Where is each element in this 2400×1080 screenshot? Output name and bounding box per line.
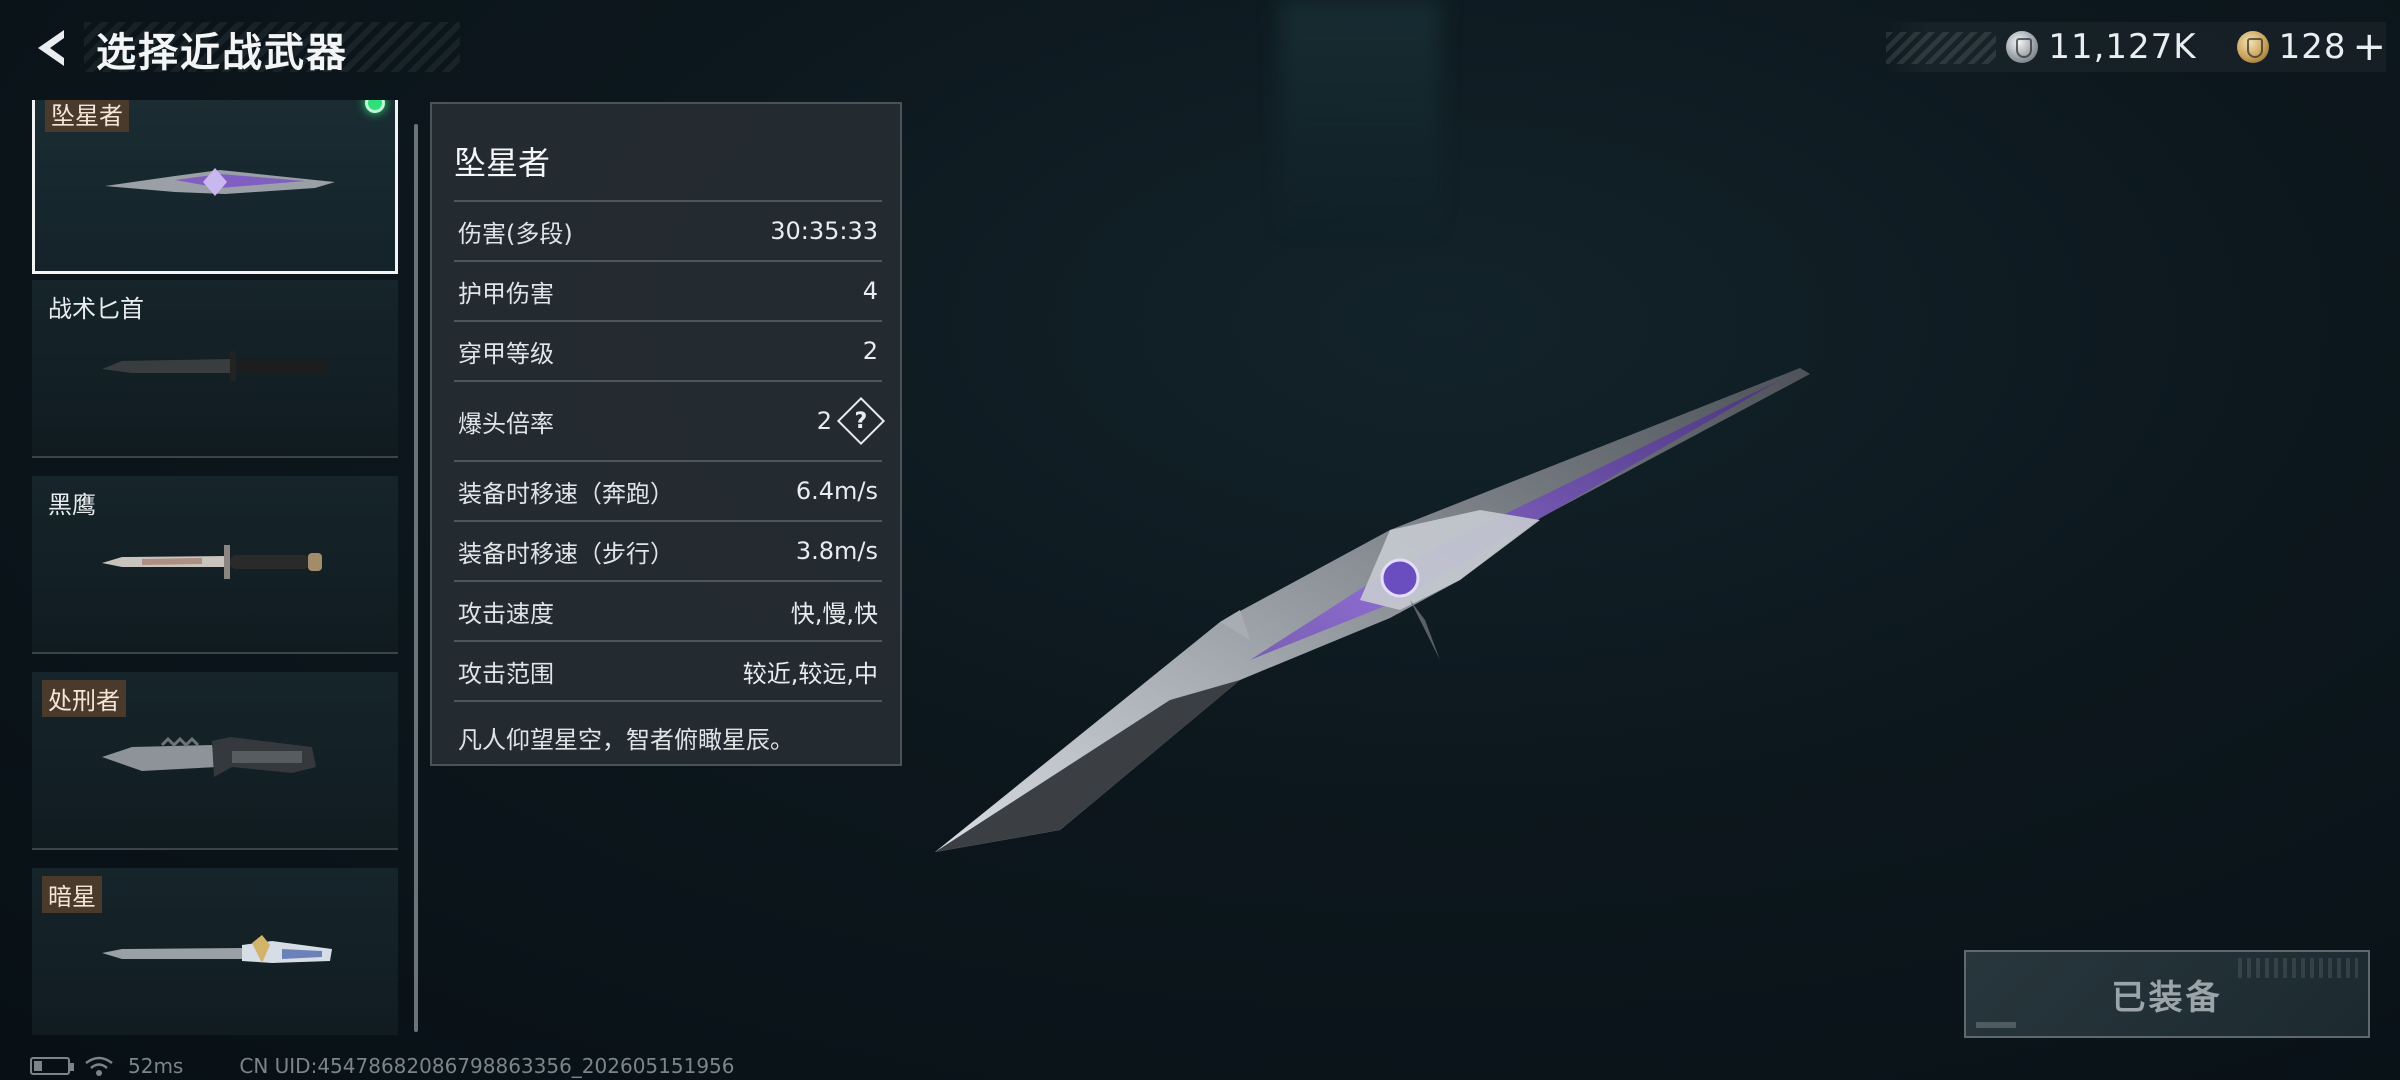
stat-label: 装备时移速（奔跑）	[458, 479, 674, 508]
button-decoration	[1976, 1022, 2016, 1028]
stat-label: 装备时移速（步行）	[458, 539, 674, 568]
weapon-card-dark-star[interactable]: 暗星	[32, 868, 398, 1035]
header: 选择近战武器 11,127K 128 +	[0, 0, 2400, 100]
add-currency-button[interactable]: +	[2352, 24, 2386, 70]
stat-value: 3.8m/s	[795, 537, 878, 565]
currency-stripes	[1886, 32, 1997, 64]
stats-title: 坠星者	[454, 144, 551, 182]
weapon-list-scrollbar[interactable]	[414, 124, 418, 1032]
gold-coin-icon	[2236, 31, 2269, 63]
wifi-icon	[85, 1056, 113, 1076]
stat-value: 6.4m/s	[795, 477, 878, 505]
stat-value: 2	[862, 337, 878, 365]
weapon-description: 凡人仰望星空，智者俯瞰星辰。	[454, 700, 882, 755]
status-footer: 52ms CN UID:4547868208679886335​6_202605…	[30, 1054, 735, 1078]
stat-label: 穿甲等级	[458, 339, 554, 368]
stat-value: 快,慢,快	[790, 599, 878, 628]
currency-bar: 11,127K 128 +	[1886, 22, 2386, 72]
equipped-label: 已装备	[2111, 977, 2223, 1018]
uid-text: CN UID:4547868208679886335​6_20260515195…	[239, 1054, 735, 1078]
stats-rows: 伤害(多段) 30:35:33 护甲伤害 4 穿甲等级 2 爆头倍率 2 ? 装…	[454, 200, 886, 755]
starfall-knife-showcase-image	[935, 368, 1810, 852]
stat-label: 护甲伤害	[458, 279, 554, 308]
equipped-indicator	[365, 100, 385, 113]
tactical-dagger-icon	[102, 351, 328, 381]
weapon-name: 处刑者	[42, 680, 126, 717]
weapon-card-black-hawk[interactable]: 黑鹰	[32, 476, 398, 654]
stat-row-run-speed: 装备时移速（奔跑） 6.4m/s	[454, 460, 882, 520]
stat-label: 攻击速度	[458, 599, 554, 628]
help-button[interactable]: ?	[836, 396, 886, 446]
back-arrow-icon	[38, 30, 64, 66]
stat-row-attack-speed: 攻击速度 快,慢,快	[454, 580, 882, 640]
silver-coin-icon	[2006, 31, 2039, 63]
weapon-card-tactical-dagger[interactable]: 战术匕首	[32, 280, 398, 458]
weapon-card-starfall[interactable]: 坠星者	[32, 100, 398, 274]
stat-row-walk-speed: 装备时移速（步行） 3.8m/s	[454, 520, 882, 580]
stat-row-damage: 伤害(多段) 30:35:33	[454, 200, 882, 260]
weapon-name: 黑鹰	[48, 491, 96, 519]
stat-row-headshot: 爆头倍率 2 ?	[454, 380, 886, 460]
back-button[interactable]	[28, 24, 76, 72]
executioner-knife-icon	[102, 736, 316, 777]
weapon-name: 暗星	[42, 876, 102, 913]
page-title: 选择近战武器	[96, 30, 348, 76]
stat-label: 爆头倍率	[458, 409, 554, 438]
silver-amount: 11,127K	[2048, 27, 2197, 67]
stat-row-armor-damage: 护甲伤害 4	[454, 260, 882, 320]
stat-value: 4	[862, 277, 878, 305]
dark-star-knife-icon	[102, 935, 332, 963]
stat-label: 伤害(多段)	[458, 219, 573, 248]
help-icon: ?	[854, 408, 868, 434]
weapon-stats-panel: 坠星者 伤害(多段) 30:35:33 护甲伤害 4 穿甲等级 2 爆头倍率 2…	[430, 102, 902, 766]
stat-row-attack-range: 攻击范围 较近,较远,中	[454, 640, 882, 700]
button-decoration	[2238, 958, 2358, 978]
stat-value: 30:35:33	[770, 217, 878, 245]
stat-value: 2	[816, 407, 832, 435]
weapon-name: 坠星者	[45, 100, 129, 132]
black-hawk-knife-icon	[102, 545, 322, 579]
weapon-list[interactable]: 坠星者 战术匕首 黑鹰 处刑者 暗星	[32, 100, 402, 1035]
weapon-card-executioner[interactable]: 处刑者	[32, 672, 398, 850]
battery-icon	[30, 1057, 74, 1075]
equipped-button[interactable]: 已装备	[1964, 950, 2370, 1038]
weapon-name: 战术匕首	[48, 295, 144, 323]
stat-row-penetration: 穿甲等级 2	[454, 320, 882, 380]
gold-amount: 128	[2278, 27, 2347, 67]
starfall-knife-icon	[105, 168, 335, 196]
stat-value-wrap: 2 ?	[816, 396, 886, 446]
stat-label: 攻击范围	[458, 659, 554, 688]
stat-value: 较近,较远,中	[742, 659, 878, 688]
ping-text: 52ms	[128, 1054, 184, 1078]
